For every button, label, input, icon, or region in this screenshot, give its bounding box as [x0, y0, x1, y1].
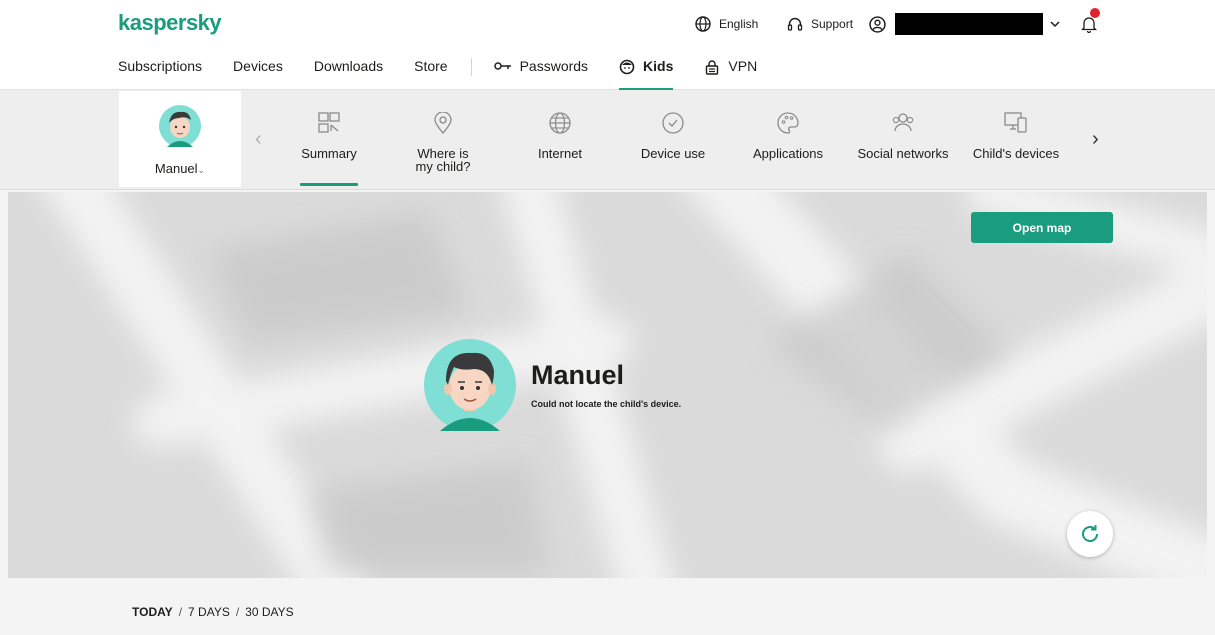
nav-divider [470, 58, 472, 76]
support-link[interactable]: Support [787, 12, 853, 36]
tab-where-is-my-child[interactable]: Where is my child? [398, 90, 488, 188]
tab-device-use[interactable]: Device use [628, 90, 718, 188]
headset-icon [787, 17, 803, 31]
tabs-scroll-left-button[interactable]: ‹ [255, 128, 262, 151]
period-7-days[interactable]: 7 DAYS [188, 605, 230, 619]
account-menu[interactable] [869, 12, 894, 36]
period-30-days[interactable]: 30 DAYS [245, 605, 293, 619]
nav-vpn-label: VPN [728, 58, 758, 74]
tab-childs-devices[interactable]: Child's devices [963, 90, 1069, 188]
tab-summary-label: Summary [301, 146, 357, 161]
palette-icon [777, 112, 799, 134]
location-status-text: Could not locate the child's device. [531, 399, 682, 409]
nav-subscriptions[interactable]: Subscriptions [118, 58, 202, 90]
child-avatar-small [159, 105, 201, 147]
tab-childs-devices-label: Child's devices [972, 146, 1060, 161]
key-icon [493, 62, 511, 70]
kids-subnav: Manuel⌄ ‹ Summary Where is my child? Int… [0, 90, 1215, 190]
child-selector-label: Manuel⌄ [119, 161, 241, 176]
child-name: Manuel [531, 360, 625, 390]
tab-where-is-my-child-label: Where is my child? [415, 146, 471, 174]
globe-icon [549, 112, 571, 134]
tab-applications-label: Applications [752, 146, 824, 161]
period-today[interactable]: TODAY [132, 605, 173, 619]
people-icon [892, 113, 914, 132]
nav-subscriptions-label: Subscriptions [118, 58, 203, 74]
tab-summary[interactable]: Summary [287, 90, 371, 188]
nav-store-label: Store [414, 58, 448, 74]
nav-downloads-label: Downloads [313, 58, 384, 74]
language-selector[interactable]: English [695, 12, 758, 36]
summary-icon [318, 112, 340, 133]
refresh-location-button[interactable] [1067, 511, 1113, 557]
child-selector-name: Manuel [154, 161, 198, 176]
user-circle-icon [869, 15, 886, 33]
period-separator: / [178, 605, 183, 619]
main-nav: Subscriptions Devices Downloads Store Pa… [118, 58, 788, 90]
nav-devices-label: Devices [233, 58, 283, 74]
child-avatar [424, 339, 516, 431]
chevron-down-icon: ⌄ [197, 165, 206, 175]
nav-vpn[interactable]: VPN [704, 58, 757, 90]
period-separator: / [235, 605, 240, 619]
nav-passwords-label: Passwords [519, 58, 589, 74]
nav-devices[interactable]: Devices [233, 58, 283, 90]
location-pin-icon [434, 112, 452, 134]
period-selector: TODAY / 7 DAYS / 30 DAYS [132, 605, 294, 619]
nav-downloads[interactable]: Downloads [314, 58, 383, 90]
tab-applications[interactable]: Applications [743, 90, 833, 188]
tabs-scroll-right-button[interactable]: › [1092, 128, 1099, 151]
nav-passwords[interactable]: Passwords [493, 58, 589, 90]
tab-internet-label: Internet [537, 146, 583, 161]
account-dropdown[interactable] [1049, 12, 1069, 36]
nav-store[interactable]: Store [414, 58, 447, 90]
notifications-button[interactable] [1081, 8, 1105, 36]
notification-badge [1090, 8, 1100, 18]
language-label: English [719, 17, 759, 31]
child-selector[interactable]: Manuel⌄ [119, 91, 241, 187]
kids-icon [619, 59, 635, 75]
kaspersky-logo[interactable]: kaspersky [118, 10, 222, 36]
tab-social-networks-label: Social networks [857, 146, 949, 161]
location-map[interactable]: Open map Manuel Could not locate the chi… [8, 192, 1207, 578]
globe-icon [695, 16, 711, 32]
support-label: Support [811, 17, 854, 31]
clock-icon [662, 112, 684, 134]
tab-device-use-label: Device use [640, 146, 706, 161]
header: kaspersky English Support Subscriptions … [0, 0, 1215, 90]
refresh-icon [1082, 525, 1098, 542]
devices-icon [1004, 112, 1027, 133]
chevron-down-icon [1050, 21, 1060, 28]
open-map-button[interactable]: Open map [971, 212, 1113, 243]
nav-kids[interactable]: Kids [619, 58, 674, 90]
nav-kids-label: Kids [643, 58, 674, 74]
tab-internet[interactable]: Internet [520, 90, 600, 188]
account-name-redacted[interactable] [895, 13, 1043, 35]
vpn-lock-icon [706, 60, 719, 75]
tab-social-networks[interactable]: Social networks [850, 90, 956, 188]
